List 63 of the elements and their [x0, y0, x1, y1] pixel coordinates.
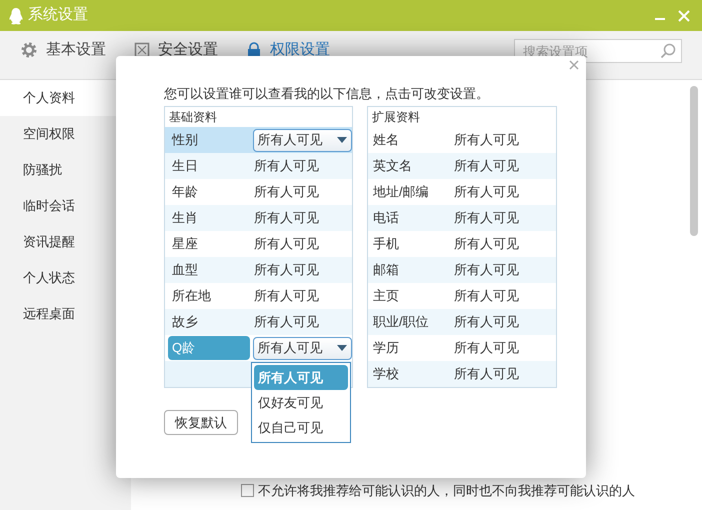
field-label: 主页	[372, 287, 400, 306]
field-label: 学校	[372, 365, 400, 384]
field-label: 电话	[372, 209, 400, 228]
field-label: 血型	[171, 261, 199, 279]
field-label: 职业/职位	[372, 313, 430, 332]
window-title: 系统设置	[28, 5, 88, 26]
restore-default-button[interactable]: 恢复默认	[164, 410, 238, 435]
field-label: 地址/邮编	[372, 183, 430, 202]
visibility-value: 所有人可见	[454, 365, 519, 384]
visibility-value: 所有人可见	[254, 157, 319, 176]
penguin-icon	[8, 6, 24, 24]
sidebar-item[interactable]: 远程桌面	[0, 296, 131, 332]
visibility-value: 所有人可见	[454, 339, 519, 358]
visibility-value: 所有人可见	[254, 235, 319, 254]
sidebar-item[interactable]: 空间权限	[0, 116, 131, 152]
field-label: 所在地	[171, 287, 212, 305]
visibility-value: 所有人可见	[454, 131, 519, 150]
toolbar-tab[interactable]: 基本设置	[20, 39, 106, 62]
field-label: Q龄	[168, 336, 250, 360]
visibility-value: 所有人可见	[254, 261, 319, 280]
visibility-value: 所有人可见	[254, 209, 319, 228]
sidebar-item[interactable]: 临时会话	[0, 188, 131, 224]
field-label: 手机	[372, 235, 400, 254]
visibility-dropdown[interactable]: 所有人可见	[252, 336, 352, 360]
field-label: 英文名	[372, 157, 413, 176]
checkbox-label: 不允许将我推荐给可能认识的人，同时也不向我推荐可能认识的人	[258, 482, 635, 500]
toolbar-tab[interactable]: 权限设置	[246, 39, 330, 62]
close-icon[interactable]	[569, 60, 579, 70]
search-icon	[660, 43, 676, 59]
visibility-value: 所有人可见	[454, 209, 519, 228]
visibility-value: 所有人可见	[454, 287, 519, 306]
lock-icon	[246, 42, 262, 58]
caret-icon	[337, 137, 347, 143]
field-label: 故乡	[171, 313, 199, 331]
table-heading: 基础资料	[168, 109, 218, 126]
sidebar-item[interactable]: 防骚扰	[0, 152, 131, 188]
instruction-text: 您可以设置谁可以查看我的以下信息，点击可改变设置。	[164, 85, 490, 103]
sidebar-item[interactable]: 个人状态	[0, 260, 131, 296]
field-label: 邮箱	[372, 261, 400, 280]
table-heading: 扩展资料	[371, 109, 421, 126]
visibility-value: 所有人可见	[254, 183, 319, 202]
scrollbar-thumb[interactable]	[690, 86, 698, 236]
field-label: 生肖	[171, 209, 199, 227]
sidebar-item[interactable]: 资讯提醒	[0, 224, 131, 260]
gear-icon	[20, 41, 38, 60]
checkbox[interactable]	[241, 484, 254, 497]
visibility-value: 所有人可见	[454, 183, 519, 202]
visibility-value: 所有人可见	[454, 261, 519, 280]
field-label: 学历	[372, 339, 400, 358]
field-label: 生日	[171, 157, 199, 175]
field-label: 年龄	[171, 183, 199, 201]
field-label: 星座	[171, 235, 199, 253]
dropdown-option[interactable]: 仅好友可见	[254, 390, 348, 415]
field-label: 性别	[170, 131, 199, 149]
visibility-dropdown[interactable]: 所有人可见	[252, 128, 352, 152]
visibility-value: 所有人可见	[254, 287, 319, 306]
visibility-value: 所有人可见	[454, 313, 519, 332]
visibility-value: 所有人可见	[454, 235, 519, 254]
dropdown-option[interactable]: 仅自己可见	[254, 415, 348, 440]
visibility-value: 所有人可见	[454, 157, 519, 176]
caret-icon	[337, 345, 347, 351]
visibility-value: 所有人可见	[254, 313, 319, 332]
field-label: 姓名	[372, 131, 400, 150]
